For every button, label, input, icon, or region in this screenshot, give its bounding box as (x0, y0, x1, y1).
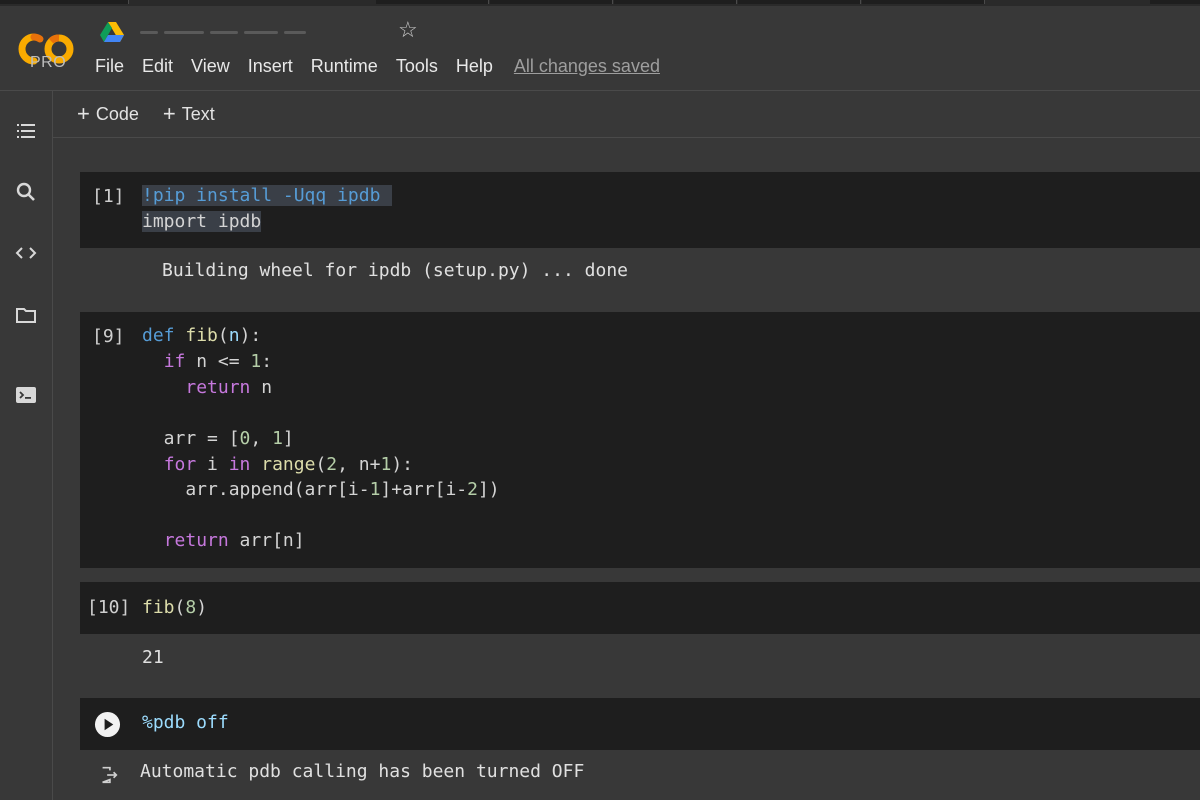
code-line[interactable]: def fib(n): (142, 325, 261, 346)
plus-icon: + (162, 101, 176, 126)
code-line[interactable]: !pip install -Uqq ipdb (142, 185, 393, 206)
browser-tab[interactable] (376, 0, 489, 4)
browser-tab[interactable] (738, 0, 861, 4)
notebook-title[interactable] (140, 24, 360, 40)
menu-view[interactable]: View (182, 56, 239, 77)
terminal-icon[interactable] (14, 383, 38, 407)
menu-file[interactable]: File (86, 56, 133, 77)
save-status-link[interactable]: All changes saved (514, 56, 660, 77)
code-line[interactable]: import ipdb (142, 211, 262, 232)
code-line[interactable]: for i in range(2, n+1): (142, 454, 413, 475)
code-text: !pip install -Uqq ipdb (142, 185, 381, 206)
execution-count: [9] (92, 326, 125, 347)
notebook-toolbar: + Code + Text (53, 91, 1200, 138)
output-icon[interactable] (98, 764, 120, 786)
menu-edit[interactable]: Edit (133, 56, 182, 77)
code-line[interactable]: if n <= 1: (142, 351, 272, 372)
run-cell-icon[interactable] (94, 711, 121, 738)
output-text: 21 (142, 647, 164, 668)
code-line[interactable]: fib(8) (142, 597, 207, 618)
code-line[interactable]: arr = [0, 1] (142, 428, 294, 449)
execution-count: [10] (87, 597, 131, 618)
cell-output: Automatic pdb calling has been turned OF… (80, 750, 1200, 800)
output-text: Building wheel for ipdb (setup.py) ... d… (162, 260, 628, 281)
menu-insert[interactable]: Insert (239, 56, 302, 77)
code-cell[interactable]: [1] !pip install -Uqq ipdb import ipdb (80, 172, 1200, 248)
cell-output: Building wheel for ipdb (setup.py) ... d… (80, 248, 1200, 294)
code-text: import ipdb (142, 211, 262, 232)
table-of-contents-icon[interactable] (14, 119, 38, 143)
pro-label: PRO (30, 54, 67, 71)
code-cell[interactable]: %pdb off (80, 698, 1200, 750)
browser-tab[interactable] (0, 0, 129, 4)
browser-tab[interactable] (862, 0, 985, 4)
browser-tab[interactable] (490, 0, 613, 4)
browser-tab[interactable] (1150, 0, 1200, 4)
code-line[interactable]: %pdb off (142, 712, 229, 733)
notebook-header: PRO ☆ File Edit View Insert Runtime Tool… (0, 6, 1200, 91)
code-line[interactable]: return arr[n] (142, 530, 305, 551)
code-line[interactable]: return n (142, 377, 272, 398)
code-snippets-icon[interactable] (14, 241, 38, 265)
menu-runtime[interactable]: Runtime (302, 56, 387, 77)
menu-help[interactable]: Help (447, 56, 502, 77)
star-icon[interactable]: ☆ (398, 18, 422, 42)
menu-tools[interactable]: Tools (387, 56, 447, 77)
code-cell[interactable]: [10] fib(8) (80, 582, 1200, 634)
search-icon[interactable] (14, 180, 38, 204)
code-cell[interactable]: [9] def fib(n): if n <= 1: return n arr … (80, 312, 1200, 568)
menu-bar: File Edit View Insert Runtime Tools Help… (86, 56, 660, 77)
execution-count: [1] (92, 186, 125, 207)
folder-icon[interactable] (14, 303, 38, 327)
code-line[interactable]: arr.append(arr[i-1]+arr[i-2]) (142, 479, 499, 500)
add-code-label: Code (95, 103, 139, 124)
add-text-button[interactable]: + Text (163, 101, 215, 127)
add-text-label: Text (181, 103, 215, 124)
output-text: Automatic pdb calling has been turned OF… (140, 761, 585, 782)
cell-output: 21 (80, 634, 1200, 682)
browser-tab[interactable] (614, 0, 737, 4)
add-code-button[interactable]: + Code (77, 101, 139, 127)
left-sidebar (0, 91, 53, 800)
plus-icon: + (77, 101, 90, 126)
google-drive-icon[interactable] (100, 22, 124, 42)
